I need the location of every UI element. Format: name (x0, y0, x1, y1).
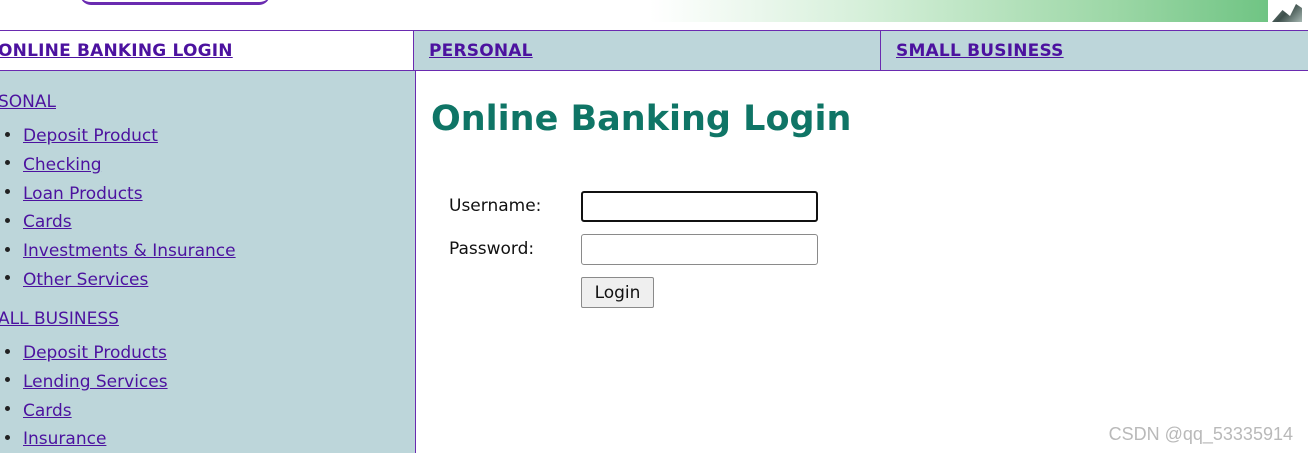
bullet-icon (5, 275, 10, 281)
bullet-icon (5, 217, 10, 223)
sidebar-personal-list: Deposit Product Checking Loan Products C… (0, 122, 236, 295)
username-input[interactable] (581, 191, 818, 222)
list-item: Cards (0, 208, 236, 237)
password-label: Password: (449, 239, 535, 259)
username-label: Username: (449, 196, 542, 216)
list-item: Insurance (0, 425, 168, 453)
sidebar-link-cards[interactable]: Cards (23, 212, 72, 232)
nav-link-small-business[interactable]: SMALL BUSINESS (896, 41, 1064, 61)
sidebar-heading-small-business[interactable]: ALL BUSINESS (0, 309, 119, 329)
sidebar-link-insurance[interactable]: Insurance (23, 429, 106, 449)
sidebar-link-deposit-products[interactable]: Deposit Products (23, 343, 167, 363)
list-item: Loan Products (0, 180, 236, 209)
sidebar-link-investments-insurance[interactable]: Investments & Insurance (23, 241, 236, 261)
sidebar-business-list: Deposit Products Lending Services Cards … (0, 339, 168, 453)
list-item: Checking (0, 151, 236, 180)
list-item: Lending Services (0, 368, 168, 397)
nav-link-personal[interactable]: PERSONAL (429, 41, 533, 61)
bullet-icon (5, 348, 10, 354)
sidebar-link-loan-products[interactable]: Loan Products (23, 184, 143, 204)
photo-icon (1272, 4, 1302, 22)
bullet-icon (5, 406, 10, 412)
top-nav: ONLINE BANKING LOGIN PERSONAL SMALL BUSI… (0, 30, 1308, 71)
sidebar-link-business-cards[interactable]: Cards (23, 401, 72, 421)
list-item: Deposit Product (0, 122, 236, 151)
nav-cell-personal: PERSONAL (414, 30, 881, 71)
banner-gradient (650, 0, 1270, 22)
page-title: Online Banking Login (431, 99, 852, 139)
nav-cell-small-business: SMALL BUSINESS (881, 30, 1308, 71)
watermark: CSDN @qq_53335914 (1108, 424, 1293, 444)
bullet-icon (5, 377, 10, 383)
bullet-icon (5, 160, 10, 166)
bullet-icon (5, 131, 10, 137)
login-button[interactable]: Login (581, 277, 654, 308)
sidebar-link-other-services[interactable]: Other Services (23, 270, 148, 290)
main-content: Online Banking Login Username: Password:… (416, 71, 1308, 453)
sidebar-heading-personal[interactable]: SONAL (0, 92, 56, 112)
sidebar-link-checking[interactable]: Checking (23, 155, 102, 175)
bullet-icon (5, 434, 10, 440)
header-banner (0, 0, 1308, 30)
logo-swoosh-icon (80, 0, 270, 5)
list-item: Deposit Products (0, 339, 168, 368)
nav-link-online-banking-login[interactable]: ONLINE BANKING LOGIN (0, 41, 233, 61)
sidebar-link-deposit-product[interactable]: Deposit Product (23, 126, 158, 146)
bullet-icon (5, 246, 10, 252)
page: ONLINE BANKING LOGIN PERSONAL SMALL BUSI… (0, 0, 1308, 453)
password-input[interactable] (581, 234, 818, 265)
banner-photo (1268, 0, 1308, 22)
list-item: Investments & Insurance (0, 237, 236, 266)
sidebar: SONAL Deposit Product Checking Loan Prod… (0, 71, 416, 453)
sidebar-link-lending-services[interactable]: Lending Services (23, 372, 168, 392)
list-item: Other Services (0, 266, 236, 295)
bullet-icon (5, 189, 10, 195)
list-item: Cards (0, 397, 168, 426)
nav-cell-login: ONLINE BANKING LOGIN (0, 30, 414, 71)
